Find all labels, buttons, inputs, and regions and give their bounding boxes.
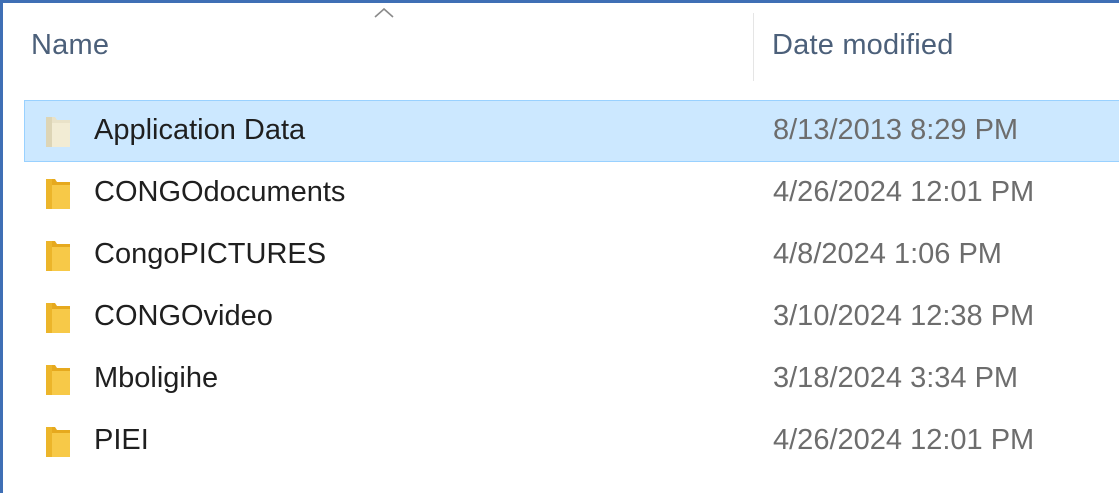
file-date-modified: 4/26/2024 12:01 PM [773, 424, 1035, 456]
file-date-modified: 3/18/2024 3:34 PM [773, 362, 1019, 394]
list-item-congopictures[interactable]: CongoPICTURES 4/8/2024 1:06 PM [24, 224, 1119, 286]
list-item-mboligihe[interactable]: Mboligihe 3/18/2024 3:34 PM [24, 348, 1119, 410]
list-item-congodocuments[interactable]: CONGOdocuments 4/26/2024 12:01 PM [24, 162, 1119, 224]
file-name: CONGOdocuments [94, 176, 346, 208]
column-header-row: Name Date modified [3, 3, 1119, 83]
column-divider[interactable] [753, 13, 754, 81]
column-header-name[interactable]: Name [31, 29, 109, 62]
list-item-piei[interactable]: PIEI 4/26/2024 12:01 PM [24, 410, 1119, 472]
file-list-pane: Name Date modified Application Data 8/13… [0, 0, 1119, 493]
file-name: PIEI [94, 424, 149, 456]
folder-icon [46, 241, 70, 271]
folder-icon [46, 179, 70, 209]
file-date-modified: 8/13/2013 8:29 PM [773, 114, 1019, 146]
file-date-modified: 4/26/2024 12:01 PM [773, 176, 1035, 208]
list-item-application-data[interactable]: Application Data 8/13/2013 8:29 PM [24, 100, 1119, 162]
list-item-congovideo[interactable]: CONGOvideo 3/10/2024 12:38 PM [24, 286, 1119, 348]
folder-icon [46, 365, 70, 395]
file-name: CongoPICTURES [94, 238, 327, 270]
file-date-modified: 4/8/2024 1:06 PM [773, 238, 1002, 270]
file-name: Application Data [94, 114, 306, 146]
file-name: CONGOvideo [94, 300, 273, 332]
folder-icon [46, 427, 70, 457]
column-header-date-modified[interactable]: Date modified [772, 29, 954, 62]
file-name: Mboligihe [94, 362, 219, 394]
folder-icon [46, 303, 70, 333]
folder-icon [46, 117, 70, 147]
file-date-modified: 3/10/2024 12:38 PM [773, 300, 1035, 332]
